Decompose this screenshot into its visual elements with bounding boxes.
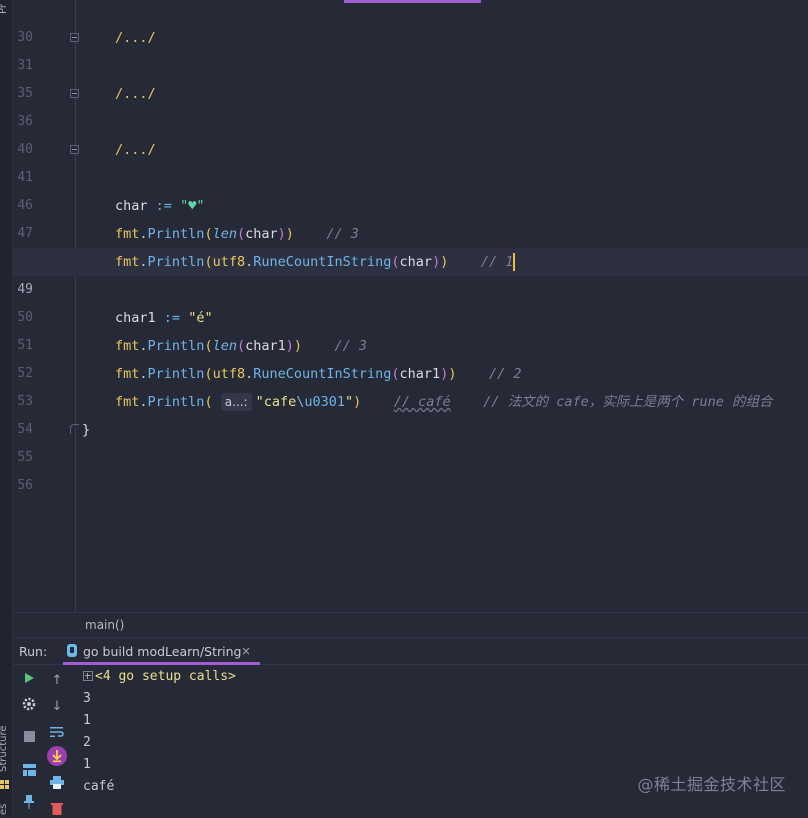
code-content: char := "♥" (115, 198, 205, 214)
code-line-56: 56 (13, 444, 808, 493)
folded-block[interactable]: /.../ (115, 80, 156, 108)
fold-end-icon[interactable] (70, 424, 79, 434)
fold-toggle-icon[interactable] (70, 33, 79, 42)
console-output-line: 3 (83, 691, 91, 706)
code-editor[interactable]: 30 31 /.../ 35 36 /.../ 40 41 /.../ 46 4… (13, 0, 808, 612)
code-line-52: 52 fmt.Println(len(char1)) // 3 (13, 332, 808, 381)
code-line-53: 53 fmt.Println(utf8.RuneCountInString(ch… (13, 360, 808, 409)
line-number: 56 (17, 478, 33, 493)
arrow-up-icon[interactable]: ↑ (47, 670, 67, 690)
breadcrumb: main() (13, 612, 808, 638)
print-icon[interactable] (47, 772, 67, 792)
folded-block[interactable]: /.../ (115, 136, 156, 164)
console-output-line: 1 (83, 757, 91, 772)
code-line-36: 36 /.../ (13, 80, 808, 129)
stop-icon[interactable] (19, 726, 39, 746)
parameter-hint: a...: (220, 393, 252, 411)
code-line-47: 47 char := "♥" (13, 192, 808, 241)
go-build-icon (67, 644, 77, 657)
bookmarks-tool-label[interactable]: es (0, 800, 12, 815)
structure-icon[interactable] (0, 775, 10, 789)
code-line-41: 41 /.../ (13, 136, 808, 185)
fold-toggle-icon[interactable] (70, 89, 79, 98)
console-output-line: café (83, 779, 115, 794)
rerun-icon[interactable] (19, 668, 39, 688)
soft-wrap-icon[interactable] (47, 722, 67, 742)
code-line-40: 40 (13, 108, 808, 157)
left-tool-strip: Pr Structure es (0, 0, 13, 815)
fold-toggle-icon[interactable] (70, 145, 79, 154)
run-config-tab[interactable]: go build modLearn/String × (63, 638, 260, 665)
code-content: char1 := "é" (115, 310, 213, 326)
code-line-31: 31 /.../ (13, 24, 808, 73)
folded-block[interactable]: /.../ (115, 24, 156, 52)
close-icon[interactable]: × (241, 644, 251, 658)
arrow-down-icon[interactable]: ↓ (47, 696, 67, 716)
code-content: fmt.Println(len(char1)) // 3 (115, 338, 368, 354)
code-line-30: 30 (13, 0, 808, 45)
run-tab-label: go build modLearn/String (83, 644, 242, 659)
code-content: fmt.Println( a...: "cafe\u0301") // café … (115, 393, 773, 411)
code-line-50: 50 (13, 276, 808, 325)
code-line-55: 55 } (13, 416, 808, 465)
structure-tool-label[interactable]: Structure (0, 716, 12, 772)
console-output-line: 1 (83, 713, 91, 728)
closing-brace: } (82, 422, 91, 438)
run-toolbar-secondary: ↑ ↓ (43, 664, 69, 816)
code-content: fmt.Println(len(char)) // 3 (115, 226, 359, 242)
code-line-48: 48 fmt.Println(len(char)) // 3 (13, 220, 808, 269)
settings-gear-icon[interactable] (19, 694, 39, 714)
pin-tab-icon[interactable] (19, 792, 39, 812)
trash-icon[interactable] (47, 798, 67, 818)
layout-icon[interactable] (19, 760, 39, 780)
scroll-to-end-icon[interactable] (47, 746, 67, 766)
go-setup-calls-line[interactable]: <4 go setup calls> (83, 666, 236, 688)
project-tool-label[interactable]: Pr (0, 0, 12, 14)
code-line-49-current: 49 fmt.Println(utf8.RuneCountInString(ch… (13, 248, 808, 297)
code-line-35: 35 (13, 52, 808, 101)
code-content: fmt.Println(utf8.RuneCountInString(char1… (115, 366, 522, 382)
run-panel-label: Run: (19, 644, 48, 659)
code-line-51: 51 char1 := "é" (13, 304, 808, 353)
watermark: @稀土掘金技术社区 (637, 775, 786, 794)
code-content: fmt.Println(utf8.RuneCountInString(char)… (115, 253, 516, 271)
run-toolbar-primary (15, 664, 41, 816)
breadcrumb-item-main[interactable]: main() (85, 618, 124, 632)
run-panel-header: Run: go build modLearn/String × (13, 638, 808, 665)
expand-icon[interactable] (83, 670, 93, 681)
code-line-54: 54 fmt.Println( a...: "cafe\u0301") // ca… (13, 388, 808, 437)
code-line-46: 46 (13, 164, 808, 213)
console-output-line: 2 (83, 735, 91, 750)
text-caret (513, 253, 516, 271)
